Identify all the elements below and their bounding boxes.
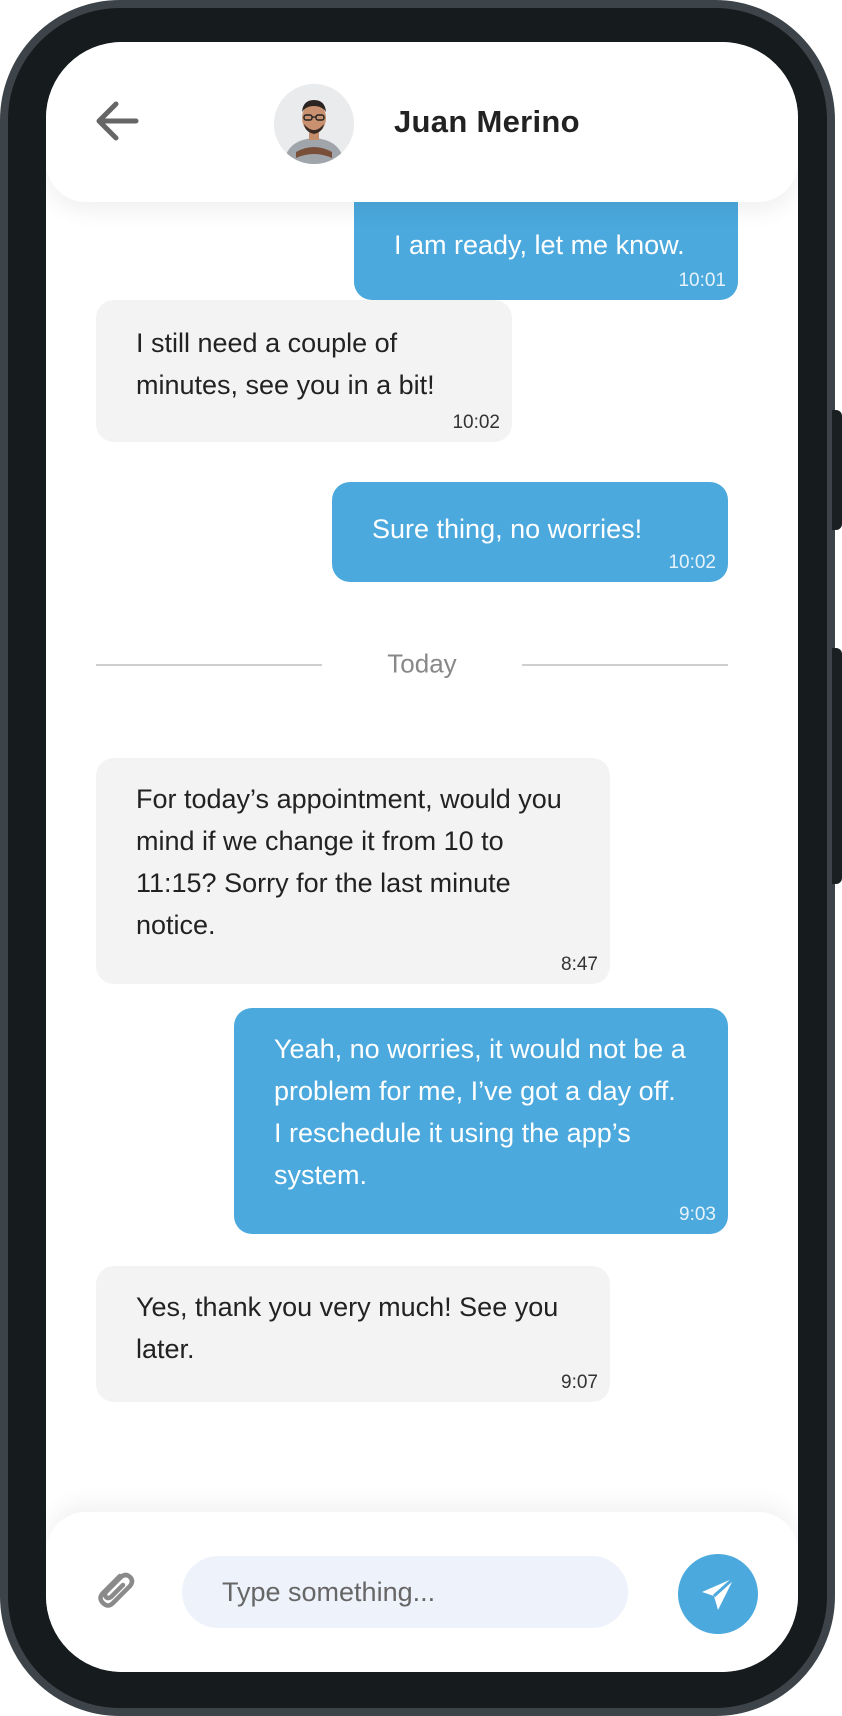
message-time: 10:02	[668, 552, 716, 573]
side-button	[832, 410, 842, 530]
message-bubble-outgoing: Sure thing, no worries! 10:02	[332, 482, 728, 582]
paper-plane-icon	[702, 1576, 736, 1610]
message-time: 10:02	[452, 412, 500, 433]
message-input[interactable]	[182, 1556, 628, 1628]
message-bubble-outgoing: Yeah, no worries, it would not be a prob…	[234, 1008, 728, 1234]
message-time: 9:07	[561, 1372, 598, 1393]
message-time: 8:47	[561, 954, 598, 975]
message-text: Yeah, no worries, it would not be a prob…	[274, 1034, 686, 1190]
message-bubble-incoming: For today’s appointment, would you mind …	[96, 758, 610, 984]
message-composer	[46, 1512, 798, 1672]
arrow-left-icon	[96, 101, 139, 141]
paperclip-icon	[98, 1572, 135, 1608]
message-time: 9:03	[679, 1204, 716, 1225]
date-divider-line	[96, 664, 322, 666]
chat-screen: I am ready, let me know. 10:01 I still n…	[46, 42, 798, 1672]
message-text: For today’s appointment, would you mind …	[136, 784, 562, 940]
chat-header: Juan Merino	[46, 42, 798, 202]
message-text: I am ready, let me know.	[394, 230, 685, 260]
message-text: I still need a couple of minutes, see yo…	[136, 328, 435, 400]
attach-button[interactable]	[90, 1564, 140, 1614]
back-button[interactable]	[90, 94, 144, 148]
date-divider-label: Today	[387, 648, 457, 679]
avatar[interactable]	[274, 84, 354, 164]
message-text: Yes, thank you very much! See you later.	[136, 1292, 559, 1364]
message-text: Sure thing, no worries!	[372, 514, 643, 544]
contact-name: Juan Merino	[394, 104, 580, 139]
message-bubble-incoming: I still need a couple of minutes, see yo…	[96, 300, 512, 442]
message-bubble-incoming: Yes, thank you very much! See you later.…	[96, 1266, 610, 1402]
message-time: 10:01	[678, 270, 726, 291]
side-button	[832, 648, 842, 884]
message-list[interactable]: I am ready, let me know. 10:01 I still n…	[46, 42, 798, 1512]
contact-photo-icon	[274, 84, 354, 164]
send-button[interactable]	[678, 1554, 758, 1634]
date-divider-line	[522, 664, 728, 666]
